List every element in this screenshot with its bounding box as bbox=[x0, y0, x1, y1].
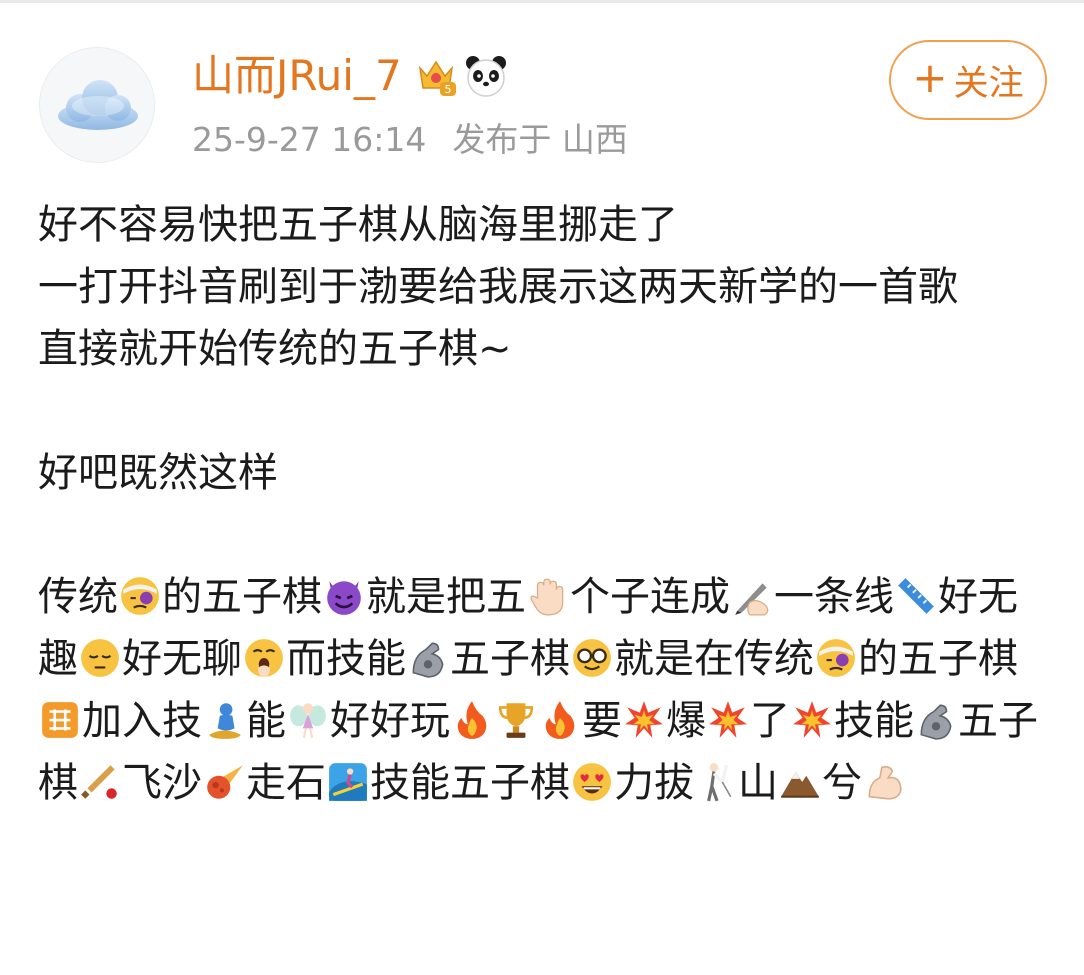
post-location: 发布于 山西 bbox=[452, 120, 628, 159]
smiling-devil-icon bbox=[327, 581, 361, 615]
post-text-segment: 能 bbox=[246, 698, 286, 744]
post-text-segment: 个子连成 bbox=[570, 574, 730, 620]
genie-icon bbox=[209, 703, 241, 739]
yawning-face-icon bbox=[245, 639, 283, 677]
post-text-line: 直接就开始传统的五子棋~ bbox=[38, 326, 512, 372]
nerd-face-icon bbox=[573, 639, 611, 677]
mechanical-arm-icon bbox=[412, 642, 444, 678]
raised-hand-icon bbox=[530, 578, 564, 616]
post-text-segment: 好无聊 bbox=[122, 636, 242, 682]
post-text-line: 一打开抖音刷到于渤要给我展示这两天新学的一首歌 bbox=[38, 264, 958, 310]
writing-hand-icon bbox=[735, 583, 769, 616]
pensive-face-icon bbox=[81, 639, 119, 677]
crown-level-5-icon: 5 bbox=[418, 60, 456, 96]
post-meta: 25-9-27 16:14 发布于 山西 bbox=[192, 117, 628, 163]
cricket-icon bbox=[81, 765, 117, 799]
post-text-segment: 走石 bbox=[246, 760, 326, 806]
post-body: 好不容易快把五子棋从脑海里挪走了 一打开抖音刷到于渤要给我展示这两天新学的一首歌… bbox=[38, 194, 1038, 814]
panda-icon bbox=[465, 56, 506, 97]
fairy-icon bbox=[290, 703, 326, 739]
username[interactable]: 山而JRui_7 bbox=[192, 46, 402, 106]
fire-icon bbox=[457, 701, 487, 739]
post-text-segment: 要 bbox=[582, 698, 622, 744]
post-text-segment: 一条线 bbox=[774, 574, 894, 620]
mechanical-arm-icon bbox=[920, 704, 952, 740]
post-text-line: 好不容易快把五子棋从脑海里挪走了 bbox=[38, 202, 678, 248]
post-text-segment: 技能五子棋 bbox=[370, 760, 570, 806]
fire-icon bbox=[545, 701, 575, 739]
post-text-segment: 山 bbox=[738, 760, 778, 806]
heart-eyes-face-icon bbox=[573, 763, 611, 801]
person-golfing-icon bbox=[707, 763, 732, 802]
post-text-segment: 加入技 bbox=[82, 698, 202, 744]
post-emoji-paragraph: 传统 的五子棋 就是把五 个子连成 一条线 好无趣 好无聊 而技能 五子棋 就是在传统 的五子棋加入… bbox=[38, 566, 1038, 814]
post-text-segment: 的五子棋 bbox=[858, 636, 1018, 682]
collision-icon bbox=[793, 701, 831, 738]
flexed-biceps-icon bbox=[868, 765, 902, 800]
comet-icon bbox=[207, 765, 243, 799]
post-text-segment: 就是把五 bbox=[366, 574, 526, 620]
trophy-icon bbox=[498, 703, 534, 738]
post-text-segment: 飞沙 bbox=[122, 760, 202, 806]
post-time: 25-9-27 16:14 bbox=[192, 120, 427, 159]
follow-button[interactable]: + 关注 bbox=[889, 40, 1047, 120]
top-divider bbox=[0, 0, 1084, 3]
person-surfing-icon bbox=[329, 763, 367, 801]
post-text-segment: 传统 bbox=[38, 574, 118, 620]
free-of-charge-button-icon bbox=[42, 702, 78, 738]
post-text-segment: 爆 bbox=[666, 698, 706, 744]
collision-icon bbox=[625, 701, 663, 738]
straight-ruler-icon bbox=[898, 578, 934, 614]
post-text-segment: 了 bbox=[750, 698, 790, 744]
svg-text:5: 5 bbox=[444, 83, 451, 96]
mountain-icon bbox=[781, 771, 819, 798]
follow-label: 关注 bbox=[953, 63, 1024, 104]
collision-icon bbox=[709, 701, 747, 738]
plus-icon: + bbox=[912, 53, 948, 102]
post-text-segment: 兮 bbox=[822, 760, 862, 806]
post-text-segment: 力拔 bbox=[614, 760, 694, 806]
post-text-segment: 而技能 bbox=[286, 636, 406, 682]
post-text-segment: 好好玩 bbox=[330, 698, 450, 744]
avatar[interactable] bbox=[39, 47, 155, 163]
post-text-segment: 五子棋 bbox=[450, 636, 570, 682]
post-text-line: 好吧既然这样 bbox=[38, 450, 278, 496]
face-with-head-bandage-icon bbox=[121, 577, 159, 615]
cloud-avatar-icon bbox=[58, 80, 138, 130]
post-text-segment: 的五子棋 bbox=[162, 574, 322, 620]
post-text-segment: 就是在传统 bbox=[614, 636, 814, 682]
face-with-head-bandage-icon bbox=[817, 639, 855, 677]
post-text-segment: 技能 bbox=[834, 698, 914, 744]
